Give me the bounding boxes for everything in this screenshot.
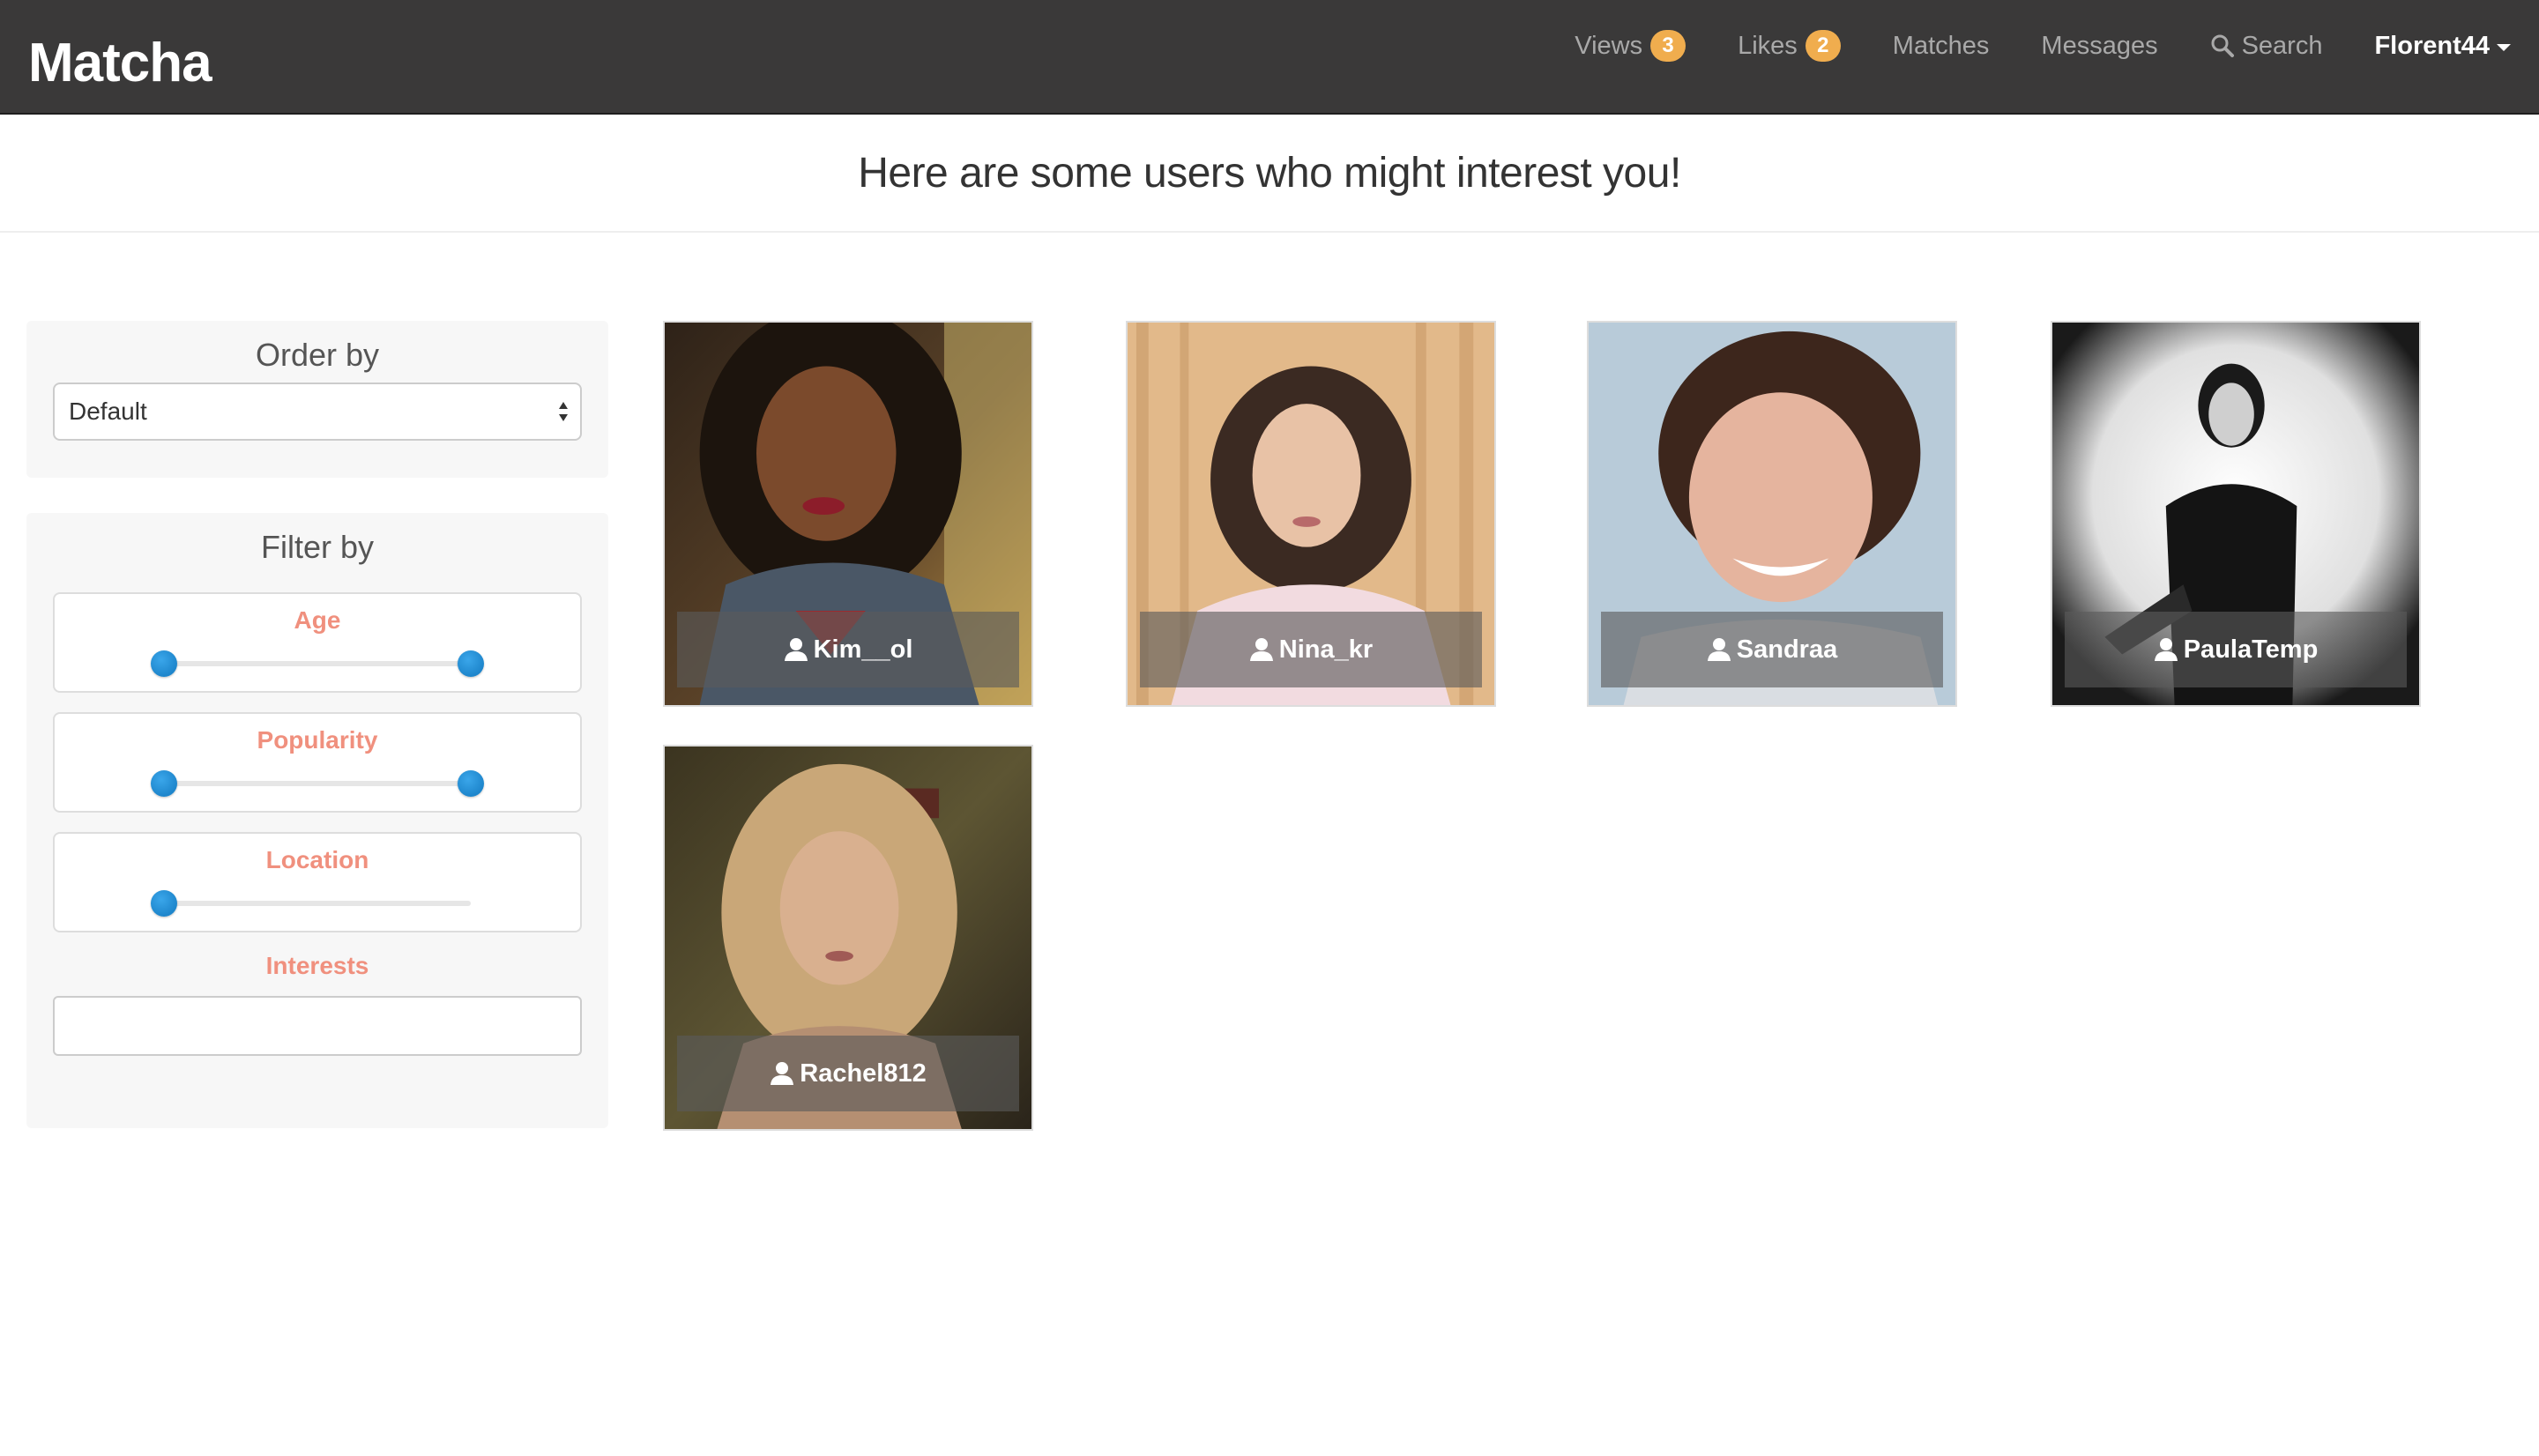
nav-matches[interactable]: Matches <box>1893 32 1990 61</box>
brand-logo[interactable]: Matcha <box>28 32 212 94</box>
user-card[interactable]: Sandraa <box>1587 321 1957 707</box>
user-icon <box>771 1062 794 1085</box>
nav-search-label: Search <box>2241 31 2323 60</box>
user-name-bar: Sandraa <box>1601 612 1943 687</box>
filter-panel: Filter by Age Popularity Location Intere… <box>26 513 608 1128</box>
select-arrows-icon <box>559 402 568 421</box>
user-name-bar: Nina_kr <box>1140 612 1482 687</box>
user-icon <box>1707 638 1731 661</box>
user-name-bar: Kim__ol <box>677 612 1019 687</box>
location-slider-track[interactable] <box>151 890 471 917</box>
page-title: Here are some users who might interest y… <box>858 150 1681 197</box>
popularity-min-handle[interactable] <box>151 770 177 797</box>
user-name-bar: Rachel812 <box>677 1036 1019 1111</box>
nav-messages-label: Messages <box>2041 31 2158 60</box>
user-icon <box>2154 638 2178 661</box>
nav-views[interactable]: Views 3 <box>1575 30 1686 62</box>
user-name-bar: PaulaTemp <box>2065 612 2407 687</box>
nav-menu: Views 3 Likes 2 Matches Messages Search … <box>1575 26 2511 65</box>
nav-likes[interactable]: Likes 2 <box>1738 30 1841 62</box>
age-filter: Age <box>53 592 582 693</box>
user-menu-dropdown[interactable]: Florent44 <box>2374 32 2511 61</box>
age-slider-track[interactable] <box>151 650 484 677</box>
location-filter: Location <box>53 832 582 932</box>
navbar: Matcha Views 3 Likes 2 Matches Messages … <box>0 0 2539 115</box>
order-panel-title: Order by <box>255 337 380 373</box>
order-panel: Order by Default <box>26 321 608 478</box>
order-by-value: Default <box>69 397 147 425</box>
search-icon <box>2211 34 2234 57</box>
order-by-select[interactable]: Default <box>53 383 582 441</box>
caret-down-icon <box>2497 43 2511 51</box>
user-card[interactable]: Nina_kr <box>1126 321 1496 707</box>
likes-badge: 2 <box>1805 30 1841 62</box>
username: Kim__ol <box>813 635 913 664</box>
age-max-handle[interactable] <box>458 650 484 677</box>
nav-matches-label: Matches <box>1892 31 1990 60</box>
age-min-handle[interactable] <box>151 650 177 677</box>
nav-search[interactable]: Search <box>2210 31 2323 61</box>
popularity-max-handle[interactable] <box>458 770 484 797</box>
user-icon <box>784 638 808 661</box>
nav-views-label: Views <box>1575 31 1643 60</box>
nav-likes-label: Likes <box>1738 31 1798 60</box>
user-menu-label: Florent44 <box>2374 31 2490 60</box>
location-handle[interactable] <box>151 890 177 917</box>
user-card[interactable]: Kim__ol <box>663 321 1033 707</box>
nav-messages[interactable]: Messages <box>2041 32 2157 61</box>
popularity-filter-label: Popularity <box>257 726 378 754</box>
filter-panel-title: Filter by <box>260 529 375 565</box>
location-filter-label: Location <box>265 846 369 873</box>
username: Sandraa <box>1736 635 1838 664</box>
interests-input[interactable] <box>53 996 582 1056</box>
username: Nina_kr <box>1278 635 1374 664</box>
username: PaulaTemp <box>2183 635 2319 664</box>
user-card[interactable]: PaulaTemp <box>2051 321 2421 707</box>
age-filter-label: Age <box>294 606 341 634</box>
popularity-slider-track[interactable] <box>151 770 484 797</box>
interests-label: Interests <box>265 952 369 979</box>
username: Rachel812 <box>800 1059 927 1088</box>
views-badge: 3 <box>1650 30 1686 62</box>
page-header: Here are some users who might interest y… <box>0 115 2539 233</box>
user-card[interactable]: Rachel812 <box>663 745 1033 1131</box>
popularity-filter: Popularity <box>53 712 582 813</box>
user-icon <box>1249 638 1273 661</box>
